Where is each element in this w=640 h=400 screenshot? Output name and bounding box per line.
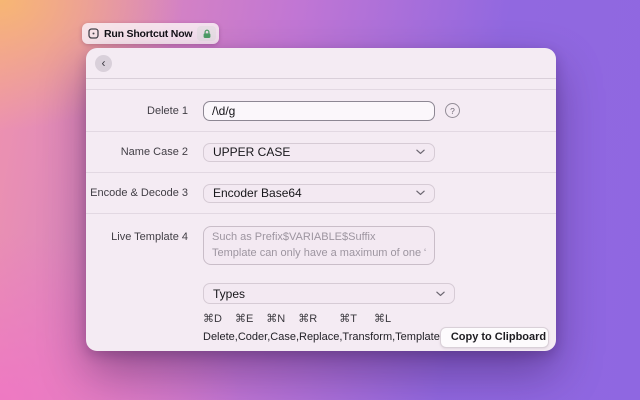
types-value: Types — [213, 286, 246, 301]
template-placeholder-line1: Such as Prefix$VARIABLE$Suffix — [212, 231, 376, 243]
chevron-down-icon — [416, 190, 425, 196]
shortcut-keys-row: ⌘D ⌘E ⌘N ⌘R ⌘T ⌘L — [203, 312, 556, 325]
encoder-select[interactable]: Encoder Base64 — [203, 183, 435, 203]
name-case-value: UPPER CASE — [213, 145, 291, 159]
shortcut-config-window: ‹ Delete 1 ? Name Case 2 UPPER CASE Enco… — [86, 48, 556, 351]
window-header: ‹ — [86, 48, 556, 79]
row-delete: Delete 1 ? — [86, 90, 556, 132]
shortcut-icon — [88, 28, 99, 39]
shortcut-key: ⌘D — [203, 313, 222, 325]
encode-decode-label: Encode & Decode 3 — [90, 187, 188, 199]
chevron-down-icon — [436, 291, 445, 297]
back-button[interactable]: ‹ — [95, 54, 112, 72]
delete-label: Delete 1 — [147, 104, 188, 117]
lock-icon — [202, 29, 212, 39]
help-icon[interactable]: ? — [445, 103, 460, 118]
live-template-textarea[interactable]: Such as Prefix$VARIABLE$Suffix Template … — [203, 226, 435, 265]
bottom-bar: Delete,Coder,Case,Replace,Transform,Temp… — [203, 326, 549, 348]
run-shortcut-label: Run Shortcut Now — [104, 27, 193, 40]
copy-button-group: Copy to Clipboard >_ — [439, 326, 549, 348]
run-shortcut-button[interactable]: Run Shortcut Now — [82, 23, 220, 44]
lock-button[interactable] — [197, 26, 217, 41]
shortcut-key: ⌘E — [234, 313, 254, 325]
shortcut-key: ⌘T — [339, 313, 357, 325]
row-live-template: Live Template 4 Such as Prefix$VARIABLE$… — [86, 214, 556, 352]
types-select[interactable]: Types — [203, 283, 455, 304]
template-placeholder-line2: Template can only have a maximum of one … — [212, 247, 426, 259]
row-encode-decode: Encode & Decode 3 Encoder Base64 — [86, 173, 556, 214]
chevron-left-icon: ‹ — [101, 56, 106, 70]
name-case-label: Name Case 2 — [120, 146, 188, 158]
tags-text: Delete,Coder,Case,Replace,Transform,Temp… — [203, 331, 440, 343]
shortcut-key: ⌘N — [266, 313, 286, 325]
row-name-case: Name Case 2 UPPER CASE — [86, 132, 556, 173]
copy-to-clipboard-button[interactable]: Copy to Clipboard — [441, 328, 548, 347]
encoder-value: Encoder Base64 — [213, 186, 302, 200]
chevron-down-icon — [416, 149, 425, 155]
shortcut-key: ⌘R — [298, 313, 318, 325]
shortcut-key: ⌘L — [373, 313, 392, 325]
delete-regex-input[interactable] — [203, 100, 435, 121]
live-template-label: Live Template 4 — [111, 231, 188, 243]
header-spacer — [86, 79, 556, 90]
name-case-select[interactable]: UPPER CASE — [203, 142, 435, 162]
